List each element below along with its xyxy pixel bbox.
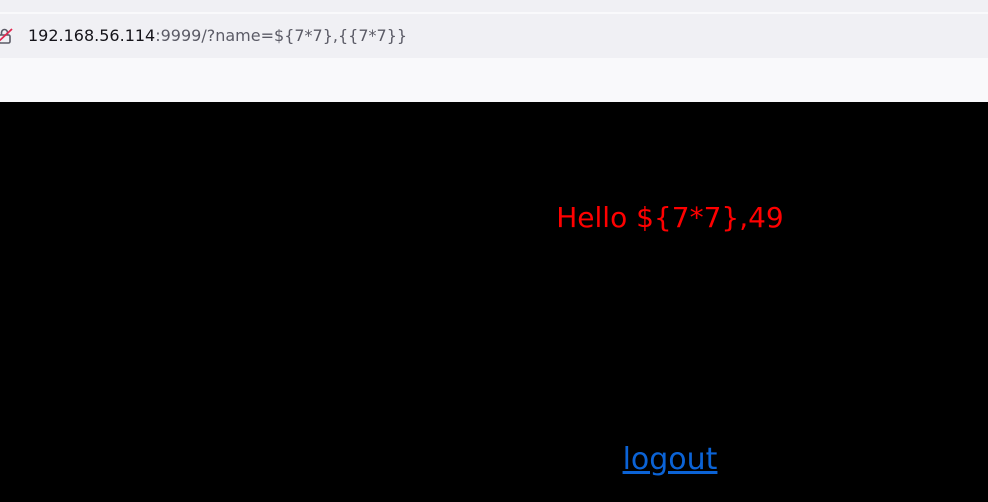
- browser-toolbar: 192.168.56.114:9999/?name=${7*7},{{7*7}}: [0, 0, 988, 102]
- address-bar[interactable]: 192.168.56.114:9999/?name=${7*7},{{7*7}}: [0, 14, 988, 58]
- tab-strip: [0, 0, 988, 12]
- url-path-query: :9999/?name=${7*7},{{7*7}}: [155, 26, 408, 45]
- url-host: 192.168.56.114: [28, 26, 156, 45]
- page-content: Hello ${7*7},49 logout: [0, 102, 988, 502]
- insecure-lock-icon[interactable]: [0, 27, 14, 45]
- logout-link[interactable]: logout: [0, 440, 988, 480]
- url-field[interactable]: 192.168.56.114:9999/?name=${7*7},{{7*7}}: [28, 25, 407, 47]
- greeting-text: Hello ${7*7},49: [556, 201, 784, 234]
